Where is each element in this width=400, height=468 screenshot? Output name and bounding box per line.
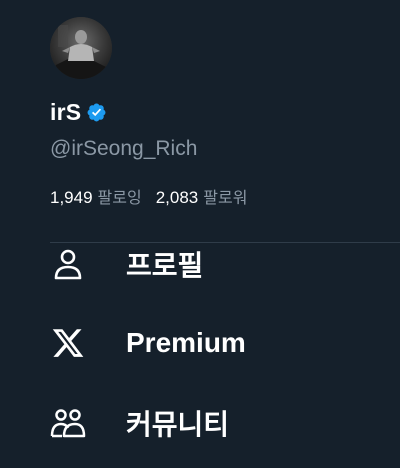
person-icon	[50, 246, 86, 282]
display-name: irS	[50, 98, 82, 125]
follow-stats: 1,949 팔로잉 2,083 팔로워	[50, 184, 247, 208]
followers-count: 2,083	[155, 188, 199, 207]
menu-item-label: Premium	[126, 327, 246, 358]
followers-label: 팔로워	[203, 188, 248, 207]
menu-item-label: 커뮤니티	[126, 409, 230, 440]
menu-item-community[interactable]: 커뮤니티	[50, 403, 229, 443]
username-handle: @irSeong_Rich	[50, 137, 198, 160]
x-logo-icon	[50, 325, 86, 361]
verified-badge-icon	[86, 102, 107, 123]
menu-item-premium[interactable]: Premium	[50, 323, 246, 363]
followers-link[interactable]: 2,083 팔로워	[156, 184, 248, 208]
following-label: 팔로잉	[97, 188, 142, 207]
menu-item-label: 프로필	[126, 250, 204, 281]
following-link[interactable]: 1,949 팔로잉	[50, 184, 142, 208]
name-row[interactable]: irS	[50, 97, 107, 127]
menu-item-profile[interactable]: 프로필	[50, 244, 203, 284]
communities-icon	[50, 405, 86, 441]
avatar-photo	[50, 17, 112, 79]
following-count: 1,949	[50, 188, 93, 207]
avatar[interactable]	[50, 17, 112, 79]
divider	[50, 242, 400, 243]
account-drawer: irS @irSeong_Rich 1,949 팔로잉 2,083 팔로워 프로필	[0, 0, 400, 468]
